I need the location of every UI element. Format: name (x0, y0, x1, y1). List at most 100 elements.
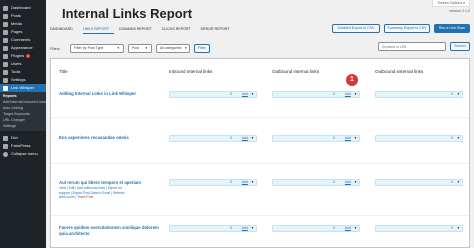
chevron-down-icon[interactable]: ▼ (457, 92, 460, 97)
appearance-icon (3, 45, 8, 51)
row-divider (51, 215, 469, 216)
sidebar-item-link-whisper[interactable]: Link Whisper (0, 84, 46, 92)
sidebar-item-divi[interactable]: Divi (0, 134, 46, 142)
chevron-down-icon: ▼ (184, 46, 188, 50)
row-divider (51, 163, 469, 164)
sidebar-item-collapse[interactable]: Collapse menu (0, 150, 46, 158)
tab-dashboard[interactable]: DASHBOARD (50, 27, 78, 34)
posts-icon (3, 13, 8, 19)
link-whisper-submenu: Reports Add Internal Inbound Links Auto-… (0, 92, 46, 132)
chevron-down-icon[interactable]: ▼ (457, 180, 460, 185)
tools-icon (3, 69, 8, 75)
sidebar-item-fatorpress[interactable]: FatorPress (0, 142, 46, 150)
chevron-down-icon[interactable]: ▼ (354, 92, 357, 97)
sidebar-item-dashboard[interactable]: Dashboard (0, 4, 46, 12)
add-inbound-link[interactable]: Add (242, 180, 248, 185)
sidebar-item-appearance[interactable]: Appearance (0, 44, 46, 52)
add-inbound-link[interactable]: Add (242, 226, 248, 231)
inbound-links-cell[interactable]: 0 Add ▼ (169, 135, 257, 142)
sidebar-item-plugins[interactable]: Plugins 2 (0, 52, 46, 60)
tab-domains-report[interactable]: DOMAINS REPORT (119, 27, 157, 34)
row-title-link[interactable]: Adding Internal Links in Link Whisper (59, 91, 136, 96)
add-outbound-link[interactable]: Add (345, 92, 351, 97)
screen-options-button[interactable]: Screen Options ▾ (432, 0, 470, 7)
links-table: Title Inbound internal links Outbound in… (50, 58, 470, 248)
fatorpress-icon (3, 143, 8, 149)
sidebar-item-tools[interactable]: Tools (0, 68, 46, 76)
detailed-export-button[interactable]: Detailed Export to CSV (332, 24, 380, 33)
dashboard-icon (3, 5, 8, 11)
divi-icon (3, 135, 8, 141)
main-content: Screen Options ▾ Internal Links Report v… (46, 0, 474, 248)
outbound-external-cell[interactable]: 0 ▼ (375, 135, 463, 142)
report-tabs: DASHBOARD LINKS REPORT DOMAINS REPORT CL… (50, 27, 240, 34)
version-label: version 2.1.0 (449, 9, 470, 13)
row-title-link[interactable]: Eos asperiores recusandae omnis (59, 135, 129, 140)
media-icon (3, 21, 8, 27)
sidebar-item-settings[interactable]: Settings (0, 76, 46, 84)
post-select[interactable]: Post ▼ (127, 44, 152, 53)
outbound-internal-cell[interactable]: 0 Add ▼ (272, 91, 360, 98)
tab-error-report[interactable]: ERROR REPORT (201, 27, 235, 34)
column-inbound-internal[interactable]: Inbound internal links (169, 69, 212, 74)
admin-sidebar: Dashboard Posts Media Pages Comments App… (0, 0, 46, 248)
chevron-down-icon[interactable]: ▼ (251, 180, 254, 185)
row-title-link[interactable]: Aut rerum qui libero tempore et aperiam (59, 180, 141, 185)
column-title[interactable]: Title (59, 69, 68, 74)
row-actions[interactable]: View | Edit | Add outbound links | Expor… (59, 186, 124, 200)
chevron-down-icon[interactable]: ▼ (457, 226, 460, 231)
add-outbound-link[interactable]: Add (345, 226, 351, 231)
inbound-links-cell[interactable]: 0 Add ▼ (169, 179, 257, 186)
search-input[interactable] (378, 42, 446, 51)
outbound-external-cell[interactable]: 0 ▼ (375, 91, 463, 98)
row-title-link[interactable]: Facere quidem exercitationem similique d… (59, 225, 159, 237)
add-inbound-link[interactable]: Add (242, 136, 248, 141)
settings-icon (3, 77, 8, 83)
summary-export-button[interactable]: Summary Export to CSV (384, 24, 430, 33)
sidebar-item-users[interactable]: Users (0, 60, 46, 68)
inbound-links-cell[interactable]: 0 Add ▼ (169, 225, 257, 232)
chevron-down-icon[interactable]: ▼ (354, 136, 357, 141)
chevron-down-icon[interactable]: ▼ (251, 92, 254, 97)
trash-post-link[interactable]: Trash Post (77, 195, 93, 199)
filters-label: Filters (50, 46, 60, 51)
column-outbound-external[interactable]: Outbound external links (375, 69, 423, 74)
sidebar-item-comments[interactable]: Comments (0, 36, 46, 44)
outbound-internal-cell[interactable]: 0 Add ▼ (272, 179, 360, 186)
collapse-icon (3, 151, 8, 157)
step-number-badge: 1 (346, 74, 358, 86)
link-whisper-icon (3, 85, 8, 91)
chevron-down-icon[interactable]: ▼ (354, 180, 357, 185)
filters-bar: Filters Filter by Post Type ▼ Post ▼ All c… (50, 44, 210, 53)
inbound-links-cell[interactable]: 0 Add ▼ (169, 91, 257, 98)
sidebar-item-media[interactable]: Media (0, 20, 46, 28)
pages-icon (3, 29, 8, 35)
submenu-settings[interactable]: Settings (0, 123, 46, 129)
chevron-down-icon[interactable]: ▼ (457, 136, 460, 141)
chevron-down-icon[interactable]: ▼ (251, 136, 254, 141)
outbound-external-cell[interactable]: 0 ▼ (375, 225, 463, 232)
chevron-down-icon[interactable]: ▼ (251, 226, 254, 231)
outbound-internal-cell[interactable]: 0 Add ▼ (272, 135, 360, 142)
plugins-icon (3, 53, 8, 59)
add-outbound-link[interactable]: Add (345, 136, 351, 141)
tab-links-report[interactable]: LINKS REPORT (82, 27, 115, 34)
run-link-scan-button[interactable]: Run a Link Scan (434, 24, 470, 33)
comments-icon (3, 37, 8, 43)
add-outbound-link[interactable]: Add (345, 180, 351, 185)
search-button[interactable]: Search (450, 42, 470, 51)
post-type-select[interactable]: Filter by Post Type ▼ (69, 44, 124, 53)
outbound-internal-cell[interactable]: 0 Add ▼ (272, 225, 360, 232)
add-inbound-link[interactable]: Add (242, 92, 248, 97)
sidebar-item-posts[interactable]: Posts (0, 12, 46, 20)
outbound-external-cell[interactable]: 0 ▼ (375, 179, 463, 186)
categories-select[interactable]: All categories ▼ (155, 44, 190, 53)
filter-button[interactable]: Filter (193, 44, 210, 53)
tab-clicks-report[interactable]: CLICKS REPORT (162, 27, 196, 34)
chevron-down-icon[interactable]: ▼ (354, 226, 357, 231)
row-divider (51, 117, 469, 118)
page-title: Internal Links Report (62, 6, 193, 21)
chevron-down-icon: ▼ (116, 46, 120, 50)
sidebar-item-pages[interactable]: Pages (0, 28, 46, 36)
column-outbound-internal[interactable]: Outbound internal links (272, 69, 319, 74)
